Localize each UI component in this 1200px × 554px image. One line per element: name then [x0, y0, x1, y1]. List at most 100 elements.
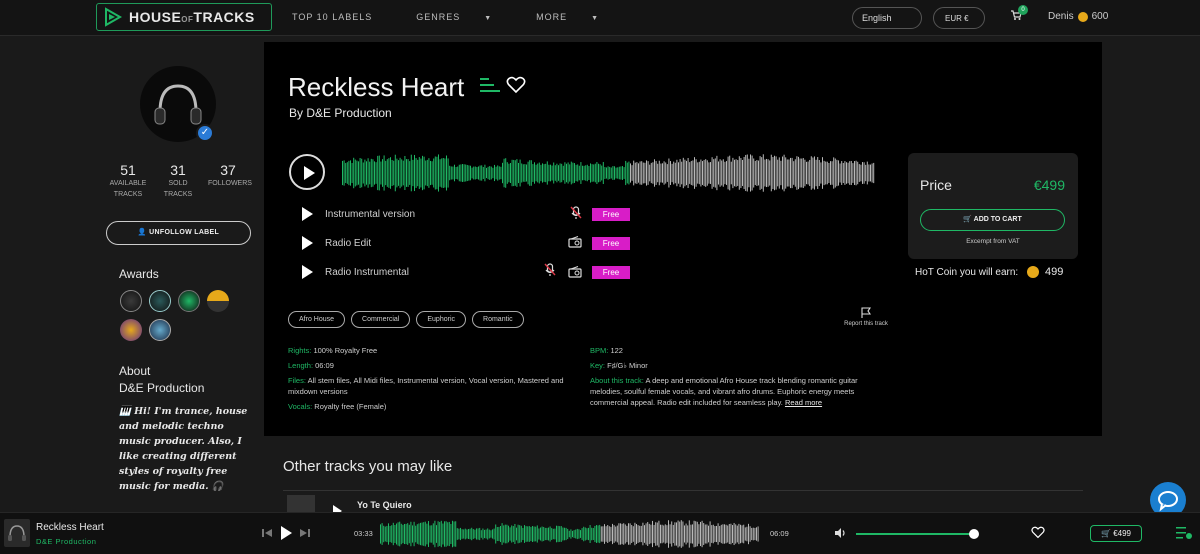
version-radio-edit[interactable]: Radio Edit	[302, 234, 642, 252]
nav-genres[interactable]: GENRES ▼	[416, 12, 514, 22]
waveform-bar	[865, 164, 867, 182]
waveform-bar	[477, 528, 479, 540]
waveform-bar	[517, 524, 519, 544]
waveform-bar	[449, 165, 451, 181]
waveform-bar	[746, 154, 748, 192]
waveform-bar	[732, 525, 733, 543]
nav-more[interactable]: MORE ▼	[536, 12, 621, 22]
waveform-bar	[737, 160, 739, 186]
play-icon[interactable]	[302, 207, 313, 221]
waveform-bar	[631, 165, 633, 181]
waveform-bar	[399, 521, 401, 547]
play-icon[interactable]	[333, 505, 342, 512]
waveform-bar	[450, 523, 452, 545]
add-to-queue-icon[interactable]	[480, 78, 500, 92]
skip-forward-icon[interactable]	[300, 528, 310, 538]
version-radio-instrumental[interactable]: Radio Instrumental	[302, 263, 642, 281]
waveform-bar	[577, 164, 579, 182]
waveform-bar	[810, 156, 812, 190]
waveform-bar	[706, 524, 708, 544]
heart-icon[interactable]	[1031, 526, 1045, 539]
award-badge-icon[interactable]	[178, 290, 200, 312]
waveform-bar	[388, 523, 389, 545]
waveform-bar	[503, 158, 505, 188]
queue-list-icon[interactable]	[1176, 526, 1192, 540]
play-icon[interactable]	[281, 526, 292, 540]
waveform-bar	[656, 522, 658, 546]
waveform-bar	[538, 528, 540, 540]
report-track-button[interactable]: Report this track	[842, 307, 890, 327]
waveform-bar	[479, 527, 481, 541]
user-menu[interactable]: Denis 600	[1048, 11, 1108, 22]
waveform-bar	[729, 155, 731, 191]
track-row[interactable]: Yo Te Quiero	[283, 490, 1083, 512]
waveform-bar	[590, 163, 591, 183]
waveform-bar	[742, 159, 743, 187]
waveform-bar	[570, 529, 572, 539]
player-waveform[interactable]	[380, 520, 760, 548]
volume-icon[interactable]	[834, 527, 846, 539]
tag-romantic[interactable]: Romantic	[472, 311, 524, 328]
tag-euphoric[interactable]: Euphoric	[416, 311, 467, 328]
waveform-bar	[494, 164, 495, 182]
language-select[interactable]: English	[852, 7, 922, 29]
player-price-button[interactable]: 🛒 €499	[1090, 525, 1142, 542]
logo-text: HOUSEOFTRACKS	[129, 9, 255, 25]
version-price-badge: Free	[592, 237, 630, 250]
add-to-cart-button[interactable]: 🛒 ADD TO CART	[920, 209, 1065, 231]
play-button[interactable]	[289, 154, 325, 190]
waveform-bar	[623, 167, 625, 179]
track-row-title[interactable]: Yo Te Quiero	[357, 500, 412, 510]
award-badge-icon[interactable]	[120, 290, 142, 312]
waveform-bar	[393, 160, 395, 186]
waveform-bar	[447, 522, 449, 546]
flag-icon	[861, 307, 872, 318]
waveform-bar	[409, 161, 411, 185]
tag-commercial[interactable]: Commercial	[351, 311, 411, 328]
waveform-bar	[578, 165, 580, 181]
waveform-bar	[646, 160, 647, 186]
skip-back-icon[interactable]	[262, 528, 272, 538]
waveform-bar	[602, 526, 604, 542]
waveform-bar	[557, 525, 559, 543]
currency-select[interactable]: EUR €	[933, 7, 985, 29]
waveform-bar	[692, 160, 694, 186]
waveform-bar	[458, 528, 460, 540]
waveform-bar	[610, 526, 612, 542]
nav-top-labels[interactable]: TOP 10 LABELS	[292, 12, 394, 22]
waveform-bar	[548, 164, 550, 182]
play-icon[interactable]	[302, 236, 313, 250]
waveform-bar	[444, 521, 445, 547]
award-badge-icon[interactable]	[207, 290, 229, 312]
verified-icon: ✓	[196, 124, 214, 142]
price-label: Price	[920, 177, 952, 193]
play-icon[interactable]	[302, 265, 313, 279]
waveform-bar	[556, 525, 557, 543]
award-badge-icon[interactable]	[120, 319, 142, 341]
waveform-bar	[578, 529, 580, 539]
waveform-bar	[398, 160, 399, 186]
waveform-bar	[404, 523, 405, 545]
tag-afro-house[interactable]: Afro House	[288, 311, 346, 328]
waveform-bar	[645, 523, 647, 545]
waveform-bar	[740, 158, 742, 188]
waveform-bar	[751, 155, 753, 191]
waveform-bar	[602, 161, 604, 185]
waveform-bar	[636, 162, 638, 184]
waveform-bar	[412, 159, 414, 187]
site-logo[interactable]: HOUSEOFTRACKS	[96, 3, 272, 31]
award-badge-icon[interactable]	[149, 290, 171, 312]
player-elapsed-time: 03:33	[354, 529, 373, 538]
volume-slider-handle[interactable]	[968, 529, 979, 539]
heart-icon[interactable]	[506, 76, 526, 94]
award-badge-icon[interactable]	[149, 319, 171, 341]
unfollow-label-button[interactable]: 👤 UNFOLLOW LABEL	[106, 221, 251, 245]
waveform-bar	[839, 163, 841, 183]
waveform-bar	[346, 162, 348, 184]
waveform-bar	[583, 165, 585, 181]
read-more-link[interactable]: Read more	[785, 398, 822, 407]
waveform-bar	[764, 159, 766, 187]
track-waveform[interactable]	[342, 154, 876, 192]
volume-slider-track[interactable]	[856, 533, 974, 535]
version-instrumental[interactable]: Instrumental version	[302, 205, 642, 223]
